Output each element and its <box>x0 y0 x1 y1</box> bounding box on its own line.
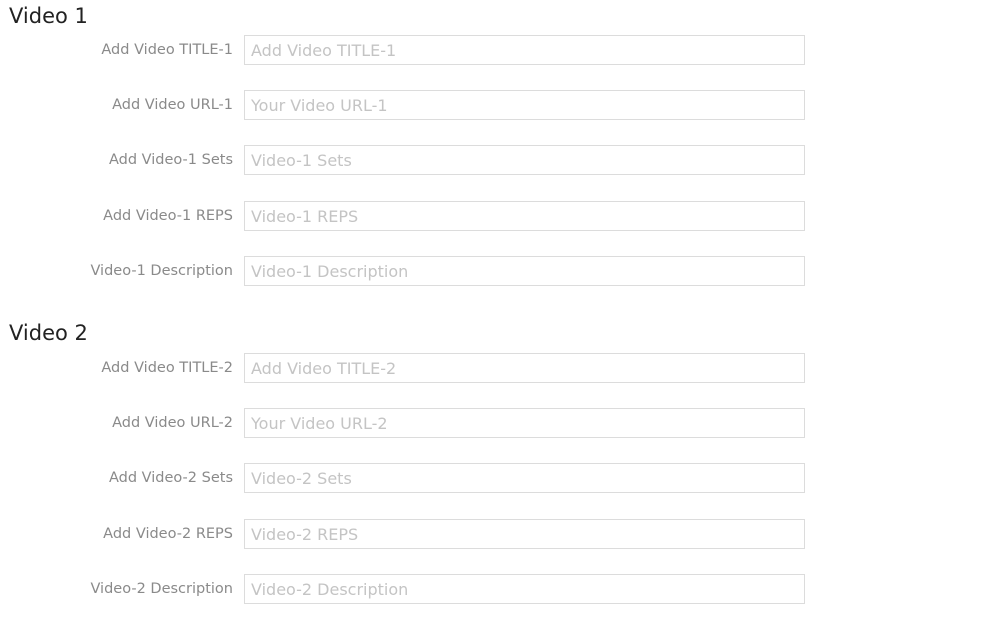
form-row: Add Video-1 REPS <box>0 201 991 231</box>
field-label: Add Video TITLE-1 <box>101 42 233 58</box>
video-2-description-input[interactable] <box>244 574 805 604</box>
video-1-sets-input[interactable] <box>244 145 805 175</box>
video-2-reps-input[interactable] <box>244 519 805 549</box>
field-label: Video-1 Description <box>90 263 233 279</box>
field-label: Add Video-2 Sets <box>108 470 233 486</box>
video-1-title-input[interactable] <box>244 35 805 65</box>
form-row: Add Video TITLE-1 <box>0 35 991 65</box>
form-row: Add Video TITLE-2 <box>0 353 991 383</box>
video-2-url-input[interactable] <box>244 408 805 438</box>
form-row: Add Video URL-1 <box>0 90 991 120</box>
form-row: Video-1 Description <box>0 256 991 286</box>
field-label: Add Video URL-2 <box>112 415 233 431</box>
video-2-sets-input[interactable] <box>244 463 805 493</box>
video-1-description-input[interactable] <box>244 256 805 286</box>
form-row: Add Video URL-2 <box>0 408 991 438</box>
video-2-title-input[interactable] <box>244 353 805 383</box>
form-row: Add Video-2 Sets <box>0 463 991 493</box>
section-heading: Video 2 <box>9 321 88 345</box>
field-label: Video-2 Description <box>90 581 233 597</box>
field-label: Add Video URL-1 <box>112 97 233 113</box>
form-row: Add Video-2 REPS <box>0 519 991 549</box>
form-row: Add Video-1 Sets <box>0 145 991 175</box>
field-label: Add Video TITLE-2 <box>101 360 233 376</box>
section-heading: Video 1 <box>9 4 88 28</box>
field-label: Add Video-1 Sets <box>108 152 233 168</box>
field-label: Add Video-1 REPS <box>103 208 233 224</box>
video-1-url-input[interactable] <box>244 90 805 120</box>
video-1-reps-input[interactable] <box>244 201 805 231</box>
form-row: Video-2 Description <box>0 574 991 604</box>
field-label: Add Video-2 REPS <box>103 526 233 542</box>
